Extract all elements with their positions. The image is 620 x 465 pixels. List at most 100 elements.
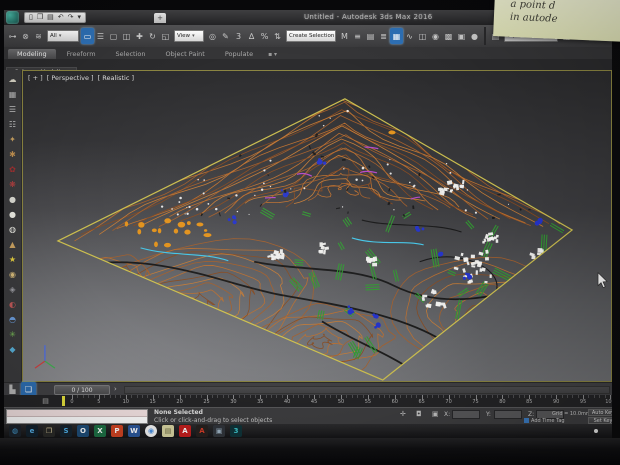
mirror-button[interactable]: M: [338, 28, 351, 44]
taskbar-notes-icon[interactable]: ▤: [162, 425, 174, 437]
taskbar-acrobat-icon[interactable]: A: [179, 425, 191, 437]
taskbar-3dsmax-icon[interactable]: 3: [230, 425, 242, 437]
viewport-menu-general[interactable]: [ + ]: [28, 74, 43, 82]
trackbar-ruler[interactable]: 0 5 10 15 20 25 30 35 40 45 50 55 60 65 70 75 80 85 90 95 10…: [70, 395, 612, 407]
tab-freeform[interactable]: Freeform: [58, 49, 105, 59]
ribbon-tool-grid-icon[interactable]: ▦: [7, 89, 19, 101]
ribbon-tool-gem-icon[interactable]: ◆: [7, 344, 19, 356]
ribbon-menu-icon[interactable]: ▪ ▾: [264, 50, 281, 59]
selection-region-button[interactable]: ▢: [107, 28, 120, 44]
ribbon-tool-green-icon[interactable]: ✳: [7, 329, 19, 341]
taskbar-autodesk-icon[interactable]: A: [196, 425, 208, 437]
ribbon-toggle-button[interactable]: ▦: [390, 28, 403, 44]
ribbon-tool-list-icon[interactable]: ☰: [7, 104, 19, 116]
tab-selection[interactable]: Selection: [107, 49, 155, 59]
percent-snap-toggle[interactable]: %: [258, 28, 271, 44]
ribbon-tool-scatter-icon[interactable]: ❋: [7, 179, 19, 191]
ribbon-tool-cloud-icon[interactable]: ☁: [7, 74, 19, 86]
ribbon-tabs: Modeling Freeform Selection Object Paint Pop…: [4, 47, 612, 59]
ribbon-tool-hand-icon[interactable]: ✦: [7, 134, 19, 146]
quick-access-extension[interactable]: +: [154, 13, 166, 23]
select-object-button[interactable]: ▭: [81, 28, 94, 44]
transform-typein-icons[interactable]: ✛ ◘ ▣: [400, 410, 442, 418]
spinner-snap-toggle[interactable]: ⇅: [271, 28, 284, 44]
schematic-view-button[interactable]: ◫: [416, 28, 429, 44]
taskbar-ie-icon[interactable]: e: [26, 425, 38, 437]
trackbar-tick-label: 65: [418, 399, 425, 405]
mouse-cursor-icon: [597, 271, 608, 288]
viewport[interactable]: [ + ] [ Perspective ] [ Realistic ]: [22, 70, 612, 382]
viewport-menu-pov[interactable]: [ Perspective ]: [47, 74, 94, 82]
select-by-name-button[interactable]: ☰: [94, 28, 107, 44]
material-editor-button[interactable]: ◉: [429, 28, 442, 44]
ribbon-tool-dome-icon[interactable]: ◓: [7, 314, 19, 326]
mini-listener-icon[interactable]: ▤: [40, 396, 51, 406]
select-and-manipulate-button[interactable]: ✎: [219, 28, 232, 44]
render-setup-button[interactable]: ▩: [442, 28, 455, 44]
manage-layers-button[interactable]: ≣: [377, 28, 390, 44]
ribbon-tool-flower-icon[interactable]: ✿: [7, 164, 19, 176]
select-and-rotate-button[interactable]: ↻: [146, 28, 159, 44]
tab-object-paint[interactable]: Object Paint: [157, 49, 214, 59]
ribbon-tool-paint-icon[interactable]: ◐: [7, 299, 19, 311]
ribbon-tool-anchor-icon[interactable]: ✱: [7, 149, 19, 161]
scene-explorer-button[interactable]: ▤: [364, 28, 377, 44]
ribbon-tool-star-icon[interactable]: ★: [7, 254, 19, 266]
select-and-move-button[interactable]: ✚: [133, 28, 146, 44]
listener-macro-row[interactable]: [7, 410, 147, 417]
ribbon-tool-sphere-icon[interactable]: ●: [7, 209, 19, 221]
taskbar-powerpoint-icon[interactable]: P: [111, 425, 123, 437]
taskbar-chrome-icon[interactable]: ◉: [145, 425, 157, 437]
trackbar-tick: [470, 395, 472, 398]
align-button[interactable]: ≡: [351, 28, 364, 44]
time-slider-track[interactable]: [124, 385, 610, 394]
rendered-frame-button[interactable]: ▣: [455, 28, 468, 44]
tab-modeling[interactable]: Modeling: [8, 49, 56, 59]
set-key-button[interactable]: Set Key: [588, 417, 612, 424]
taskbar-folder-icon[interactable]: ❐: [43, 425, 55, 437]
select-and-link-icon[interactable]: ⊶: [6, 28, 19, 44]
use-pivot-center-button[interactable]: ◎: [206, 28, 219, 44]
snaps-toggle[interactable]: 3: [232, 28, 245, 44]
viewport-menu-shading[interactable]: [ Realistic ]: [98, 74, 134, 82]
time-slider-frame[interactable]: 0 / 100: [54, 384, 110, 395]
select-and-scale-button[interactable]: ◱: [159, 28, 172, 44]
ribbon-tool-cone-icon[interactable]: ▲: [7, 239, 19, 251]
new-scene-icon[interactable]: ▯: [29, 13, 33, 22]
y-coord-field[interactable]: [494, 410, 522, 419]
taskbar-excel-icon[interactable]: X: [94, 425, 106, 437]
angle-snap-toggle[interactable]: ∆: [245, 28, 258, 44]
taskbar-outlook-icon[interactable]: O: [77, 425, 89, 437]
taskbar-photos-icon[interactable]: ▣: [213, 425, 225, 437]
bind-to-space-warp-icon[interactable]: ≋: [32, 28, 45, 44]
render-production-button[interactable]: ●: [468, 28, 481, 44]
maxscript-mini-listener[interactable]: [6, 409, 148, 424]
ribbon-tool-circle-icon[interactable]: ◍: [7, 224, 19, 236]
ribbon-tool-disc-icon[interactable]: ◉: [7, 269, 19, 281]
current-frame-marker[interactable]: [62, 396, 65, 406]
ribbon-tool-layers-icon[interactable]: ◈: [7, 284, 19, 296]
reference-coordinate-dropdown[interactable]: View ▾: [174, 30, 204, 42]
ribbon-tool-table-icon[interactable]: ☷: [7, 119, 19, 131]
tab-populate[interactable]: Populate: [216, 49, 262, 59]
window-crossing-toggle[interactable]: ◫: [120, 28, 133, 44]
ribbon-collapsed-panel[interactable]: Polygon Modeling: [4, 59, 612, 77]
selection-filter-dropdown[interactable]: All ▾: [47, 30, 79, 42]
save-file-icon[interactable]: ▤: [47, 13, 54, 22]
open-file-icon[interactable]: ❒: [37, 13, 43, 22]
undo-icon[interactable]: ↶: [58, 13, 64, 22]
taskbar-notification-dot[interactable]: [594, 429, 598, 433]
unlink-selection-icon[interactable]: ⊗: [19, 28, 32, 44]
taskbar-network-icon[interactable]: ◍: [9, 425, 21, 437]
x-coord-field[interactable]: [452, 410, 480, 419]
create-selection-set-dropdown[interactable]: Create Selection Se▾: [286, 30, 336, 42]
ribbon-tool-blob-icon[interactable]: ●: [7, 194, 19, 206]
app-logo-icon[interactable]: [6, 11, 19, 24]
auto-key-button[interactable]: Auto Key: [588, 409, 612, 416]
workspace-dropdown-icon[interactable]: ▾: [78, 13, 82, 22]
next-frame-arrow-icon[interactable]: ›: [114, 385, 117, 393]
curve-editor-button[interactable]: ∿: [403, 28, 416, 44]
taskbar-skype-icon[interactable]: S: [60, 425, 72, 437]
taskbar-word-icon[interactable]: W: [128, 425, 140, 437]
redo-icon[interactable]: ↷: [68, 13, 74, 22]
